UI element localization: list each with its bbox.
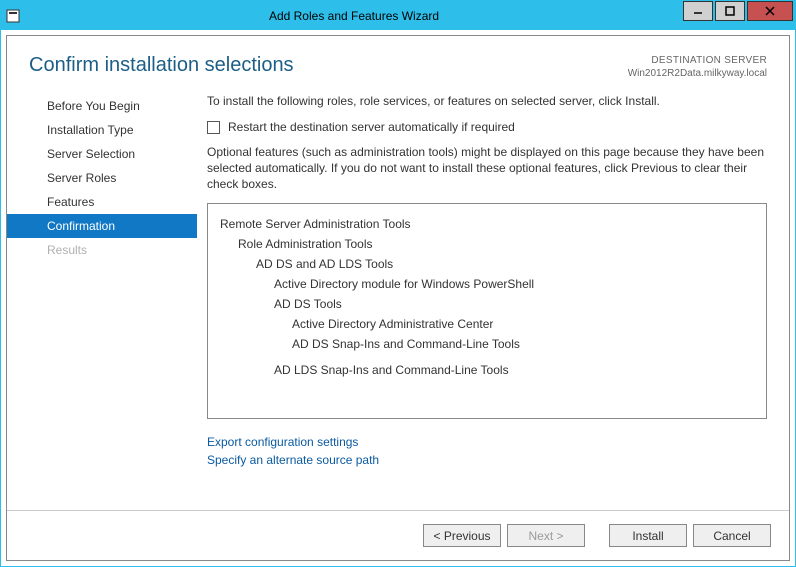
step-results: Results [7,238,197,262]
destination-label: DESTINATION SERVER [628,54,767,67]
app-icon [1,1,25,30]
list-item: AD DS and AD LDS Tools [220,254,754,274]
maximize-button[interactable] [715,1,745,21]
step-before-you-begin[interactable]: Before You Begin [7,94,197,118]
titlebar[interactable]: Add Roles and Features Wizard [1,1,795,30]
step-server-roles[interactable]: Server Roles [7,166,197,190]
alternate-source-link[interactable]: Specify an alternate source path [207,451,767,469]
minimize-button[interactable] [683,1,713,21]
list-item: Active Directory module for Windows Powe… [220,274,754,294]
links-block: Export configuration settings Specify an… [207,433,767,469]
list-item: AD LDS Snap-Ins and Command-Line Tools [220,360,754,380]
features-list: Remote Server Administration Tools Role … [207,203,767,419]
list-item: AD DS Snap-Ins and Command-Line Tools [220,334,754,354]
restart-checkbox-label: Restart the destination server automatic… [228,120,515,134]
wizard-steps: Before You Begin Installation Type Serve… [7,90,197,510]
client-area: Confirm installation selections DESTINAT… [6,35,790,561]
destination-server-block: DESTINATION SERVER Win2012R2Data.milkywa… [628,54,767,80]
install-button[interactable]: Install [609,524,687,547]
export-config-link[interactable]: Export configuration settings [207,433,767,451]
window-title: Add Roles and Features Wizard [25,9,683,23]
window-buttons [683,1,795,30]
main-panel: To install the following roles, role ser… [197,90,773,510]
intro-text: To install the following roles, role ser… [207,94,767,108]
list-item: Remote Server Administration Tools [220,214,754,234]
content-row: Before You Begin Installation Type Serve… [7,90,789,510]
restart-checkbox-row: Restart the destination server automatic… [207,120,767,134]
next-button: Next > [507,524,585,547]
list-item: Role Administration Tools [220,234,754,254]
previous-button[interactable]: < Previous [423,524,501,547]
step-features[interactable]: Features [7,190,197,214]
page-title: Confirm installation selections [29,54,628,77]
footer: < Previous Next > Install Cancel [7,510,789,560]
wizard-window: Add Roles and Features Wizard Confirm in… [0,0,796,567]
restart-checkbox[interactable] [207,121,220,134]
optional-features-note: Optional features (such as administratio… [207,144,767,193]
close-button[interactable] [747,1,793,21]
list-item: Active Directory Administrative Center [220,314,754,334]
step-confirmation[interactable]: Confirmation [7,214,197,238]
step-installation-type[interactable]: Installation Type [7,118,197,142]
cancel-button[interactable]: Cancel [693,524,771,547]
destination-server: Win2012R2Data.milkyway.local [628,67,767,80]
header-row: Confirm installation selections DESTINAT… [7,36,789,90]
list-item: AD DS Tools [220,294,754,314]
step-server-selection[interactable]: Server Selection [7,142,197,166]
